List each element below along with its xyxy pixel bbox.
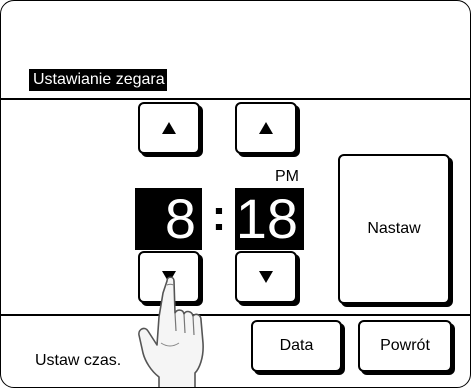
screen-title: Ustawianie zegara — [29, 69, 167, 91]
back-button[interactable]: Powrót — [358, 320, 452, 372]
top-divider — [1, 98, 470, 100]
set-button[interactable]: Nastaw — [338, 154, 450, 304]
bottom-divider — [1, 314, 470, 316]
date-button[interactable]: Data — [251, 320, 342, 372]
status-message: Ustaw czas. — [35, 352, 122, 369]
minute-display: 18 — [235, 188, 304, 250]
back-button-label: Powrót — [380, 337, 430, 354]
pointing-hand-icon — [138, 276, 204, 387]
down-arrow-icon — [259, 271, 273, 283]
set-button-label: Nastaw — [367, 220, 421, 237]
minute-up-button[interactable] — [235, 102, 297, 154]
hour-display: 8 — [135, 188, 202, 250]
minute-down-button[interactable] — [235, 251, 297, 303]
clock-settings-screen: Ustawianie zegara PM 8 : 18 Nastaw Data … — [0, 0, 471, 388]
time-separator: : — [211, 191, 227, 240]
up-arrow-icon — [259, 122, 273, 134]
date-button-label: Data — [279, 337, 314, 354]
up-arrow-icon — [162, 122, 176, 134]
hour-up-button[interactable] — [138, 102, 200, 154]
ampm-indicator: PM — [275, 168, 299, 185]
